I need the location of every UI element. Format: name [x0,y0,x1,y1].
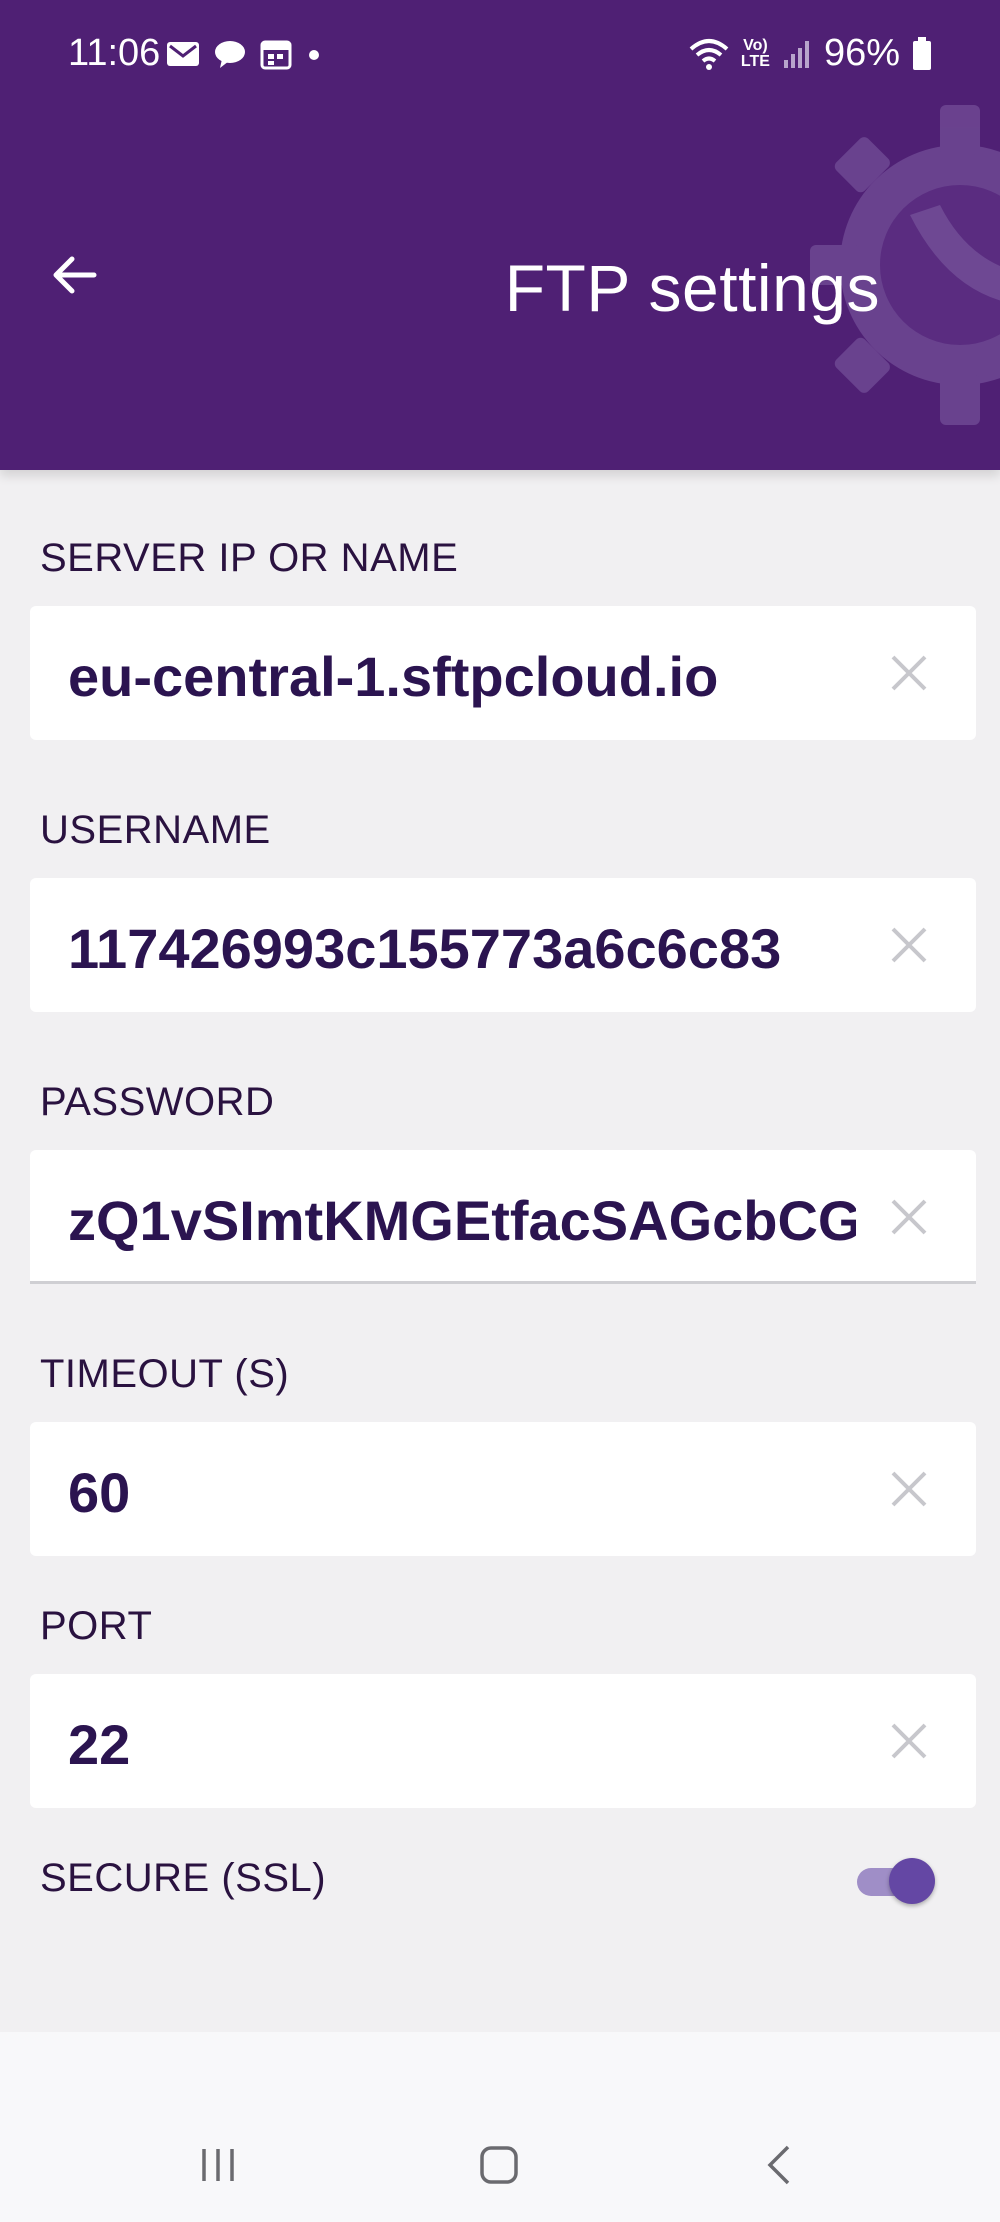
port-clear-button[interactable] [882,1714,936,1768]
port-field[interactable]: 22 [30,1674,976,1808]
password-label: PASSWORD [40,1080,275,1124]
dot-icon [309,50,319,60]
nav-back-button[interactable] [750,2140,810,2190]
secure-label: SECURE (SSL) [40,1856,327,1900]
close-icon [891,1471,927,1507]
server-input[interactable]: eu-central-1.sftpcloud.io [68,644,856,709]
timeout-input[interactable]: 60 [68,1460,856,1525]
home-button[interactable] [469,2140,529,2190]
username-field[interactable]: 117426993c155773a6c6c83 [30,878,976,1012]
timeout-clear-button[interactable] [882,1462,936,1516]
status-bar: 11:06 Vo) LTE 96% [0,0,1000,110]
timeout-label: TIMEOUT (S) [40,1352,290,1396]
chat-icon [215,41,245,68]
close-icon [891,1723,927,1759]
recent-apps-icon [202,2149,234,2181]
server-clear-button[interactable] [882,646,936,700]
recent-apps-button[interactable] [188,2140,248,2190]
port-input[interactable]: 22 [68,1712,856,1777]
battery-icon [913,36,931,70]
calendar-icon [260,40,292,70]
timeout-field[interactable]: 60 [30,1422,976,1556]
password-input[interactable]: zQ1vSImtKMGEtfacSAGcbCG [68,1188,856,1253]
toggle-thumb [889,1858,935,1904]
arrow-left-icon [53,256,97,294]
back-button[interactable] [44,245,104,305]
status-time: 11:06 [68,32,161,74]
volte-label-bottom: LTE [740,52,770,70]
notification-icons [166,38,322,70]
username-clear-button[interactable] [882,918,936,972]
close-icon [891,927,927,963]
password-clear-button[interactable] [882,1190,936,1244]
chevron-left-icon [767,2145,790,2185]
page-title: FTP settings [504,251,880,325]
username-label: USERNAME [40,808,271,852]
app-header: 11:06 Vo) LTE 96% FTP settings [0,0,1000,470]
home-icon [480,2146,518,2184]
password-field[interactable]: zQ1vSImtKMGEtfacSAGcbCG [30,1150,976,1284]
battery-percentage: 96% [823,32,900,74]
navigation-bar [0,2102,1000,2222]
close-icon [891,1199,927,1235]
username-input[interactable]: 117426993c155773a6c6c83 [68,916,856,981]
secure-toggle[interactable] [855,1856,935,1906]
server-field[interactable]: eu-central-1.sftpcloud.io [30,606,976,740]
close-icon [891,655,927,691]
signal-icon [783,40,809,68]
system-icons: Vo) LTE 96% [689,32,932,75]
volte-icon: Vo) LTE [740,36,770,70]
port-label: PORT [40,1604,153,1648]
volte-label-top: Vo) [743,36,768,54]
mail-icon [167,42,199,66]
wifi-icon [689,38,729,70]
server-label: SERVER IP OR NAME [40,536,459,580]
